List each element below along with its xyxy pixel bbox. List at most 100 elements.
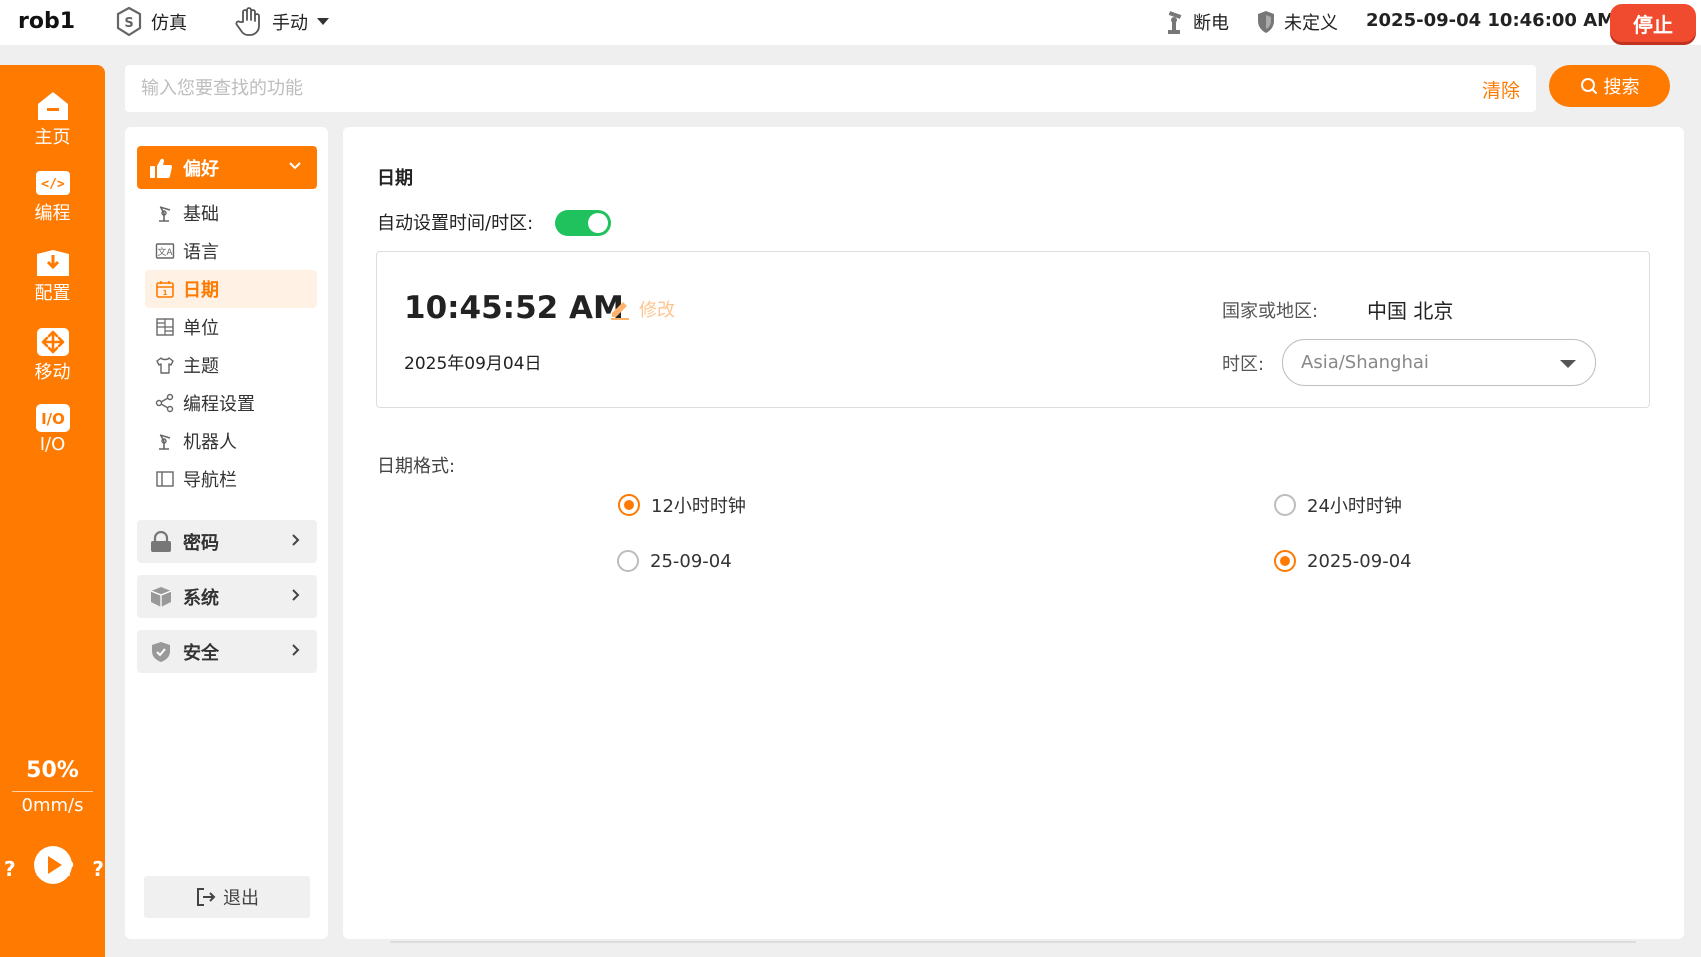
radio-long-date[interactable]: 2025-09-04 [1274,550,1412,572]
main-navigation: 主页 </> 编程 配置 移动 I/O I/O 50% 0mm/s ? ? ? … [0,65,105,957]
sidebar-item-theme[interactable]: 主题 [145,346,317,384]
sidebar-item-label: 基础 [183,204,219,225]
download-box-icon [36,250,69,276]
sidebar-item-label: 主题 [183,356,219,377]
home-icon [37,92,68,120]
lock-icon [151,530,171,552]
safety-status: 未定义 [1256,6,1338,38]
radio-label: 25-09-04 [650,550,732,572]
edit-time-button[interactable]: 修改 [609,296,675,322]
svg-text:文A: 文A [157,246,173,258]
calendar-icon: 1 [156,281,174,298]
group-preferences[interactable]: 偏好 [137,146,317,189]
nav-home[interactable]: 主页 [0,90,105,149]
nav-config-label: 配置 [34,283,71,304]
speed-percent[interactable]: 50% [0,758,105,783]
sidebar-item-label: 日期 [183,280,219,301]
robot-arm-icon [1168,11,1182,34]
timezone-label: 时区: [1222,354,1265,375]
simulation-icon: S [116,6,142,37]
logout-button[interactable]: 退出 [144,876,310,918]
time-card: 10:45:52 AM 修改 2025年09月04日 国家或地区: 中国 北京 … [376,251,1650,408]
radio-label: 24小时时钟 [1307,496,1402,517]
sidebar-item-basic[interactable]: 基础 [145,194,317,232]
region-label: 国家或地区: [1222,301,1319,322]
group-system[interactable]: 系统 [137,575,317,618]
radio-indicator [618,494,640,516]
nav-home-label: 主页 [34,127,71,148]
power-status-label: 断电 [1193,13,1229,34]
speed-value: 0mm/s [21,795,84,816]
move-icon [36,328,69,356]
sidebar-item-label: 编程设置 [183,394,255,415]
power-status: 断电 [1165,6,1229,38]
sidebar-item-label: 机器人 [183,432,237,453]
current-time: 10:45:52 AM [404,290,624,326]
sidebar-item-program-settings[interactable]: 编程设置 [145,384,317,422]
clear-button[interactable]: 清除 [1482,76,1520,103]
shield-icon [1258,11,1274,33]
radio-indicator [1274,494,1296,516]
date-settings-panel: 日期 自动设置时间/时区: 10:45:52 AM 修改 2025年09月04日… [343,127,1684,939]
nav-program[interactable]: </> 编程 [0,170,105,225]
sidebar-item-units[interactable]: 单位 [145,308,317,346]
hand-icon [235,7,260,36]
manual-mode-dropdown[interactable]: 手动 [234,6,330,38]
language-icon: 文A [155,243,175,259]
sidebar-item-navbar[interactable]: 导航栏 [145,460,317,498]
sidebar-layout-icon [156,471,174,487]
search-button[interactable]: 搜索 [1549,65,1670,107]
status-indicator: ? [92,857,104,881]
group-password[interactable]: 密码 [137,520,317,563]
safety-status-label: 未定义 [1284,13,1338,34]
search-input[interactable] [141,73,1341,103]
group-system-label: 系统 [183,587,219,609]
code-icon: </> [35,171,70,195]
io-icon: I/O [35,404,70,432]
chevron-right-icon [292,534,300,546]
radio-indicator [617,550,639,572]
radio-label: 2025-09-04 [1307,550,1412,572]
radio-short-date[interactable]: 25-09-04 [617,550,732,572]
radio-12h-clock[interactable]: 12小时时钟 [618,492,746,518]
nav-io[interactable]: I/O I/O [0,403,105,455]
sidebar-item-label: 单位 [183,318,219,339]
chevron-right-icon [292,644,300,656]
search-button-label: 搜索 [1603,77,1640,98]
shirt-icon [156,357,174,374]
page-title: 日期 [377,168,413,189]
nav-config[interactable]: 配置 [0,248,105,305]
sidebar-item-language[interactable]: 文A 语言 [145,232,317,270]
timezone-select[interactable]: Asia/Shanghai [1282,339,1596,386]
search-box [125,65,1536,112]
simulation-mode[interactable]: S 仿真 [115,6,187,38]
pencil-icon [611,302,629,320]
group-security[interactable]: 安全 [137,630,317,673]
search-icon [1580,78,1597,94]
caret-down-icon [317,18,329,25]
sidebar-item-robot[interactable]: 机器人 [145,422,317,460]
radio-24h-clock[interactable]: 24小时时钟 [1274,492,1402,518]
settings-sidebar: 偏好 基础 文A 语言 1 日期 单位 主题 编程设置 机器人 导航栏 密码 系… [125,127,328,939]
robot-name: rob1 [18,9,76,34]
auto-time-toggle[interactable] [555,210,611,236]
logout-label: 退出 [223,888,259,909]
nav-move-label: 移动 [34,362,71,383]
chevron-down-icon [289,162,301,170]
nav-move[interactable]: 移动 [0,327,105,384]
status-indicator: ? [62,857,75,881]
robot-icon [159,206,171,222]
region-value: 中国 北京 [1367,299,1454,323]
status-indicator: ? [33,857,46,881]
caret-down-icon [1560,360,1576,368]
chevron-right-icon [292,589,300,601]
simulation-label: 仿真 [151,13,187,34]
scrollbar-track[interactable] [390,941,1636,943]
sidebar-item-date[interactable]: 1 日期 [145,270,317,308]
svg-text:I/O: I/O [41,410,65,428]
date-format-label: 日期格式: [377,456,456,477]
current-date: 2025年09月04日 [404,354,542,374]
grid-icon [156,318,174,336]
stop-button[interactable]: 停止 [1610,4,1696,42]
speed-divider [12,791,93,792]
